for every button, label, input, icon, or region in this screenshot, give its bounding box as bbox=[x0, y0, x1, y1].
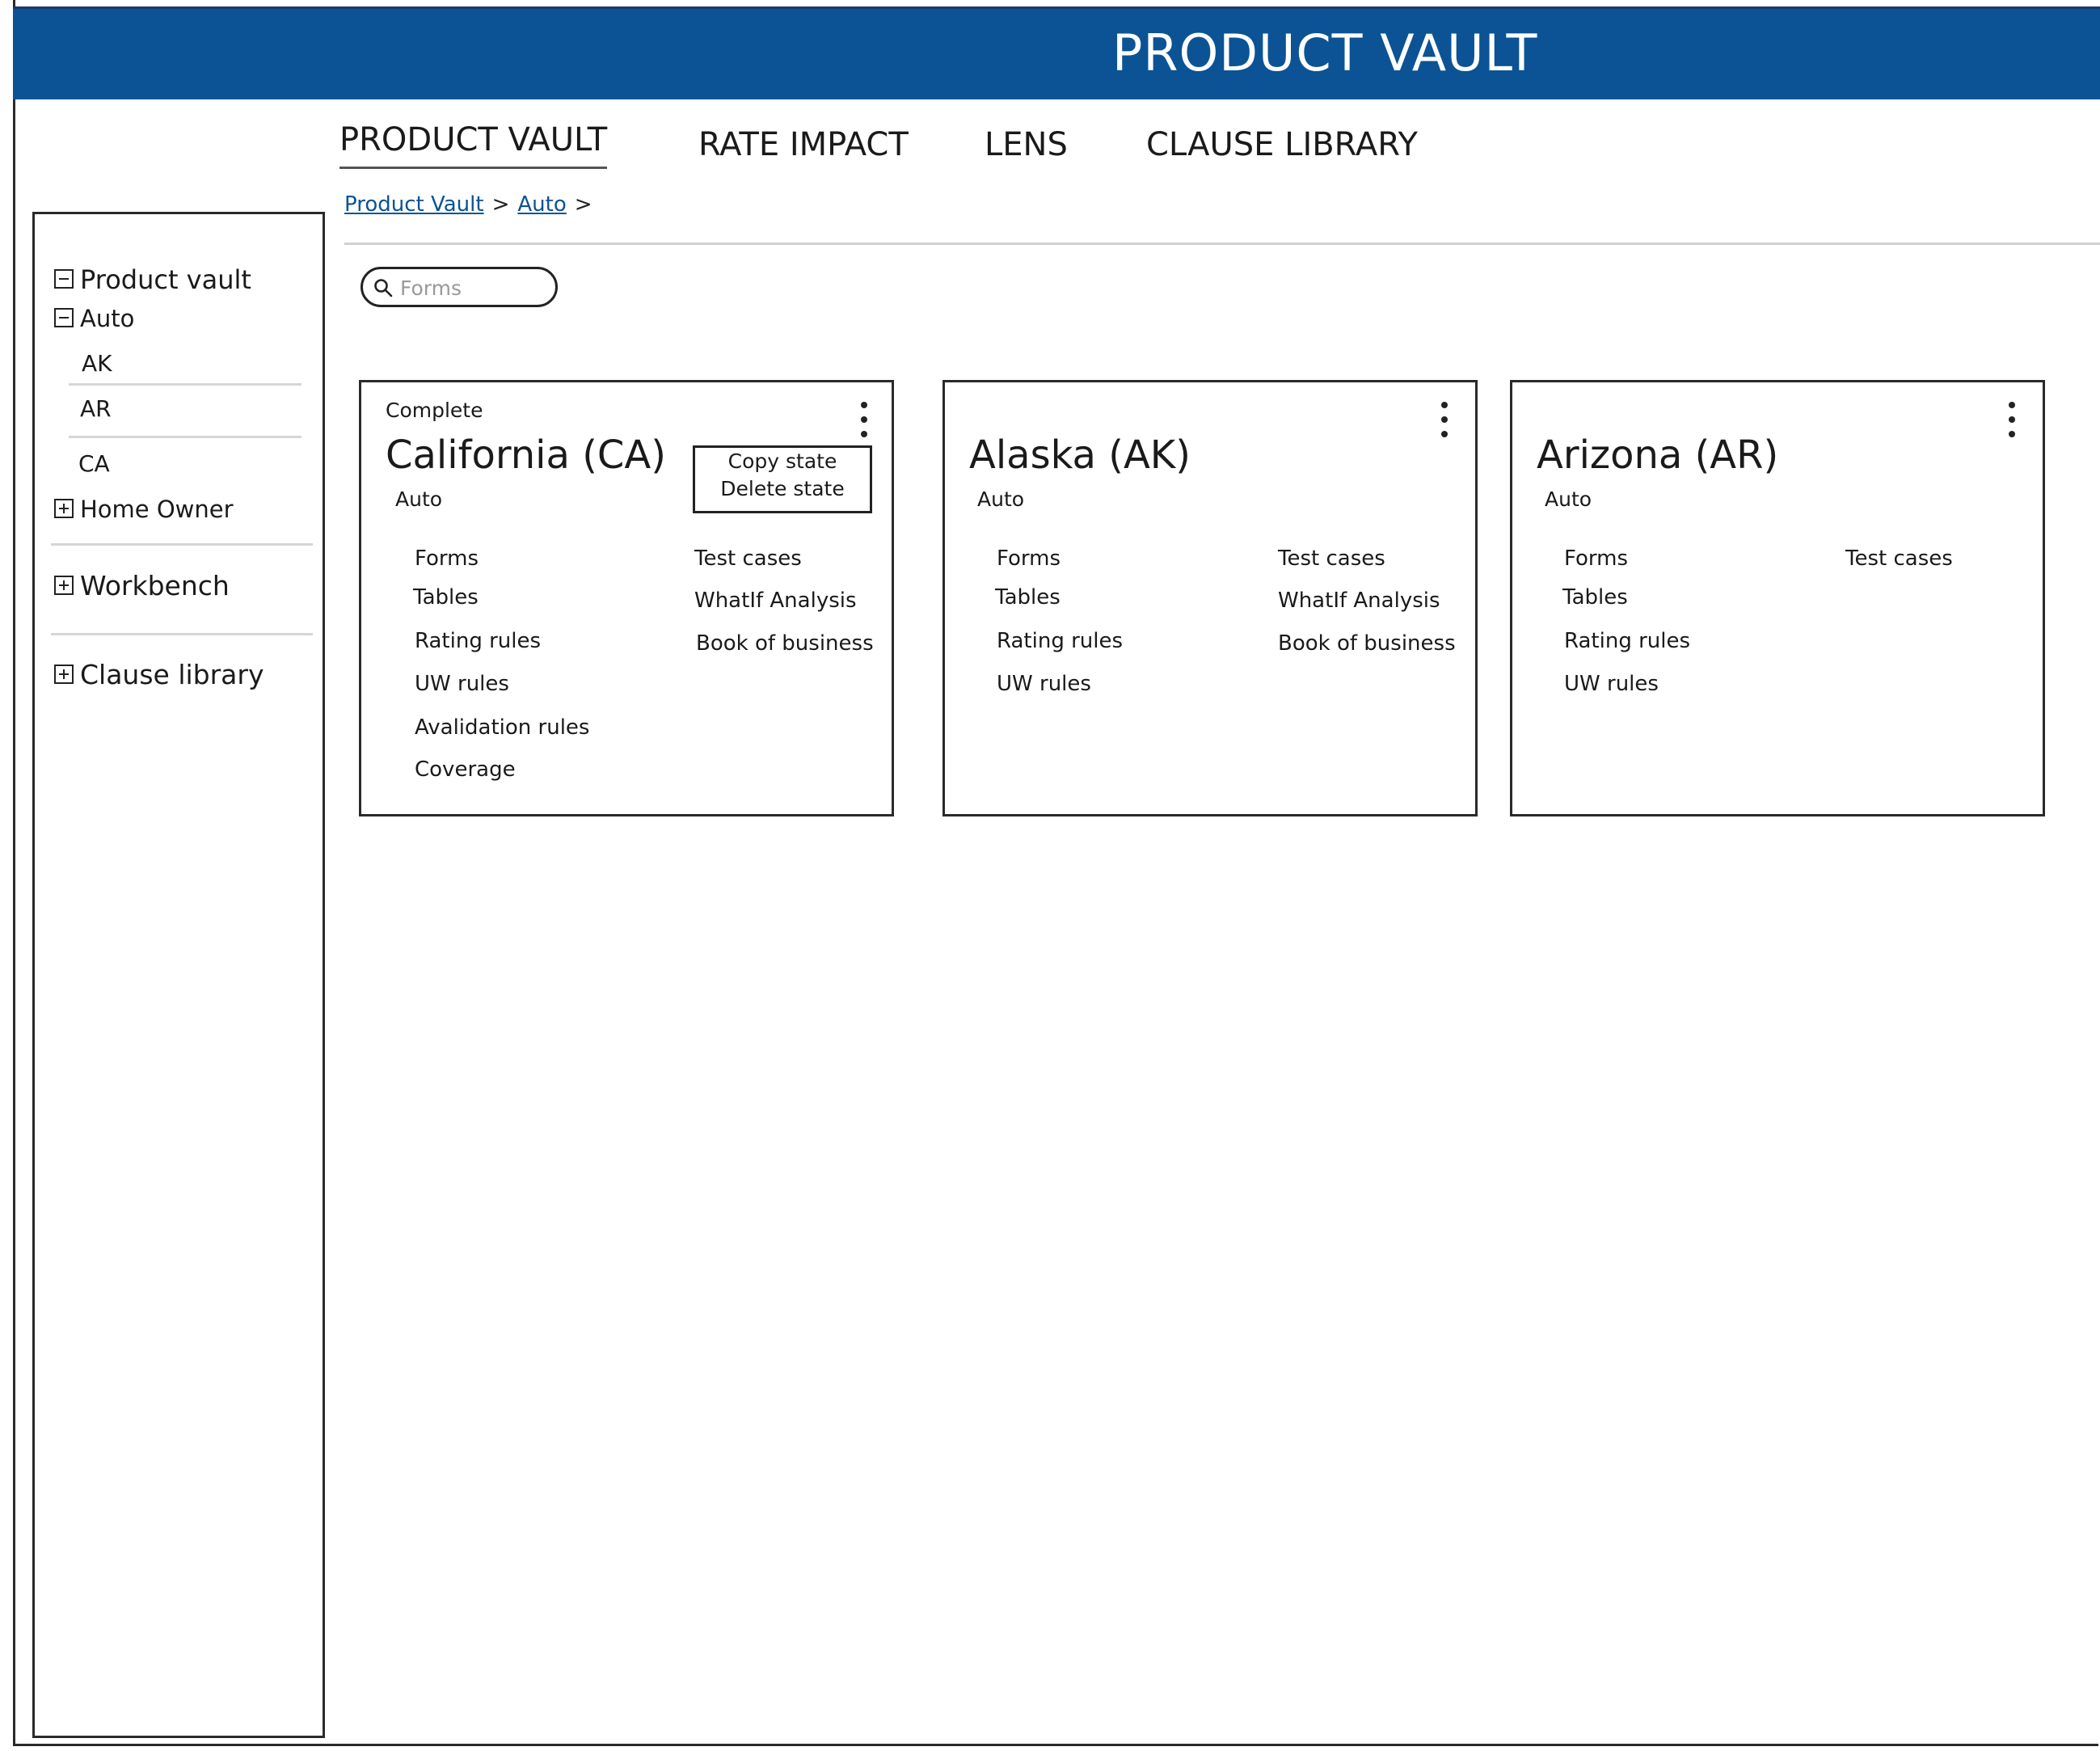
expand-icon[interactable] bbox=[54, 499, 74, 518]
card-subtitle: Auto bbox=[977, 487, 1025, 511]
tree-item-workbench[interactable]: Workbench bbox=[54, 570, 230, 601]
more-options-icon[interactable] bbox=[2004, 402, 2020, 439]
tree-item-clause-library[interactable]: Clause library bbox=[54, 659, 264, 690]
tab-clause-library[interactable]: CLAUSE LIBRARY bbox=[1146, 126, 1418, 163]
app-title: PRODUCT VAULT bbox=[1112, 23, 1538, 82]
card-subtitle: Auto bbox=[1545, 487, 1592, 511]
tree-divider bbox=[51, 633, 313, 635]
search-icon bbox=[374, 279, 393, 297]
tree-item-label: Home Owner bbox=[80, 496, 234, 523]
tab-rate-impact[interactable]: RATE IMPACT bbox=[698, 126, 909, 163]
tree-item-label: Clause library bbox=[80, 659, 264, 690]
card-link-rating-rules[interactable]: Rating rules bbox=[415, 629, 541, 653]
card-link-whatif-analysis[interactable]: WhatIf Analysis bbox=[1278, 589, 1440, 613]
card-link-uw-rules[interactable]: UW rules bbox=[1564, 672, 1659, 696]
breadcrumb-separator: > bbox=[491, 192, 510, 217]
search-box bbox=[361, 267, 558, 307]
tree-item-ak[interactable]: AK bbox=[82, 350, 112, 377]
more-options-icon[interactable] bbox=[856, 402, 872, 439]
app-header: PRODUCT VAULT bbox=[13, 6, 2100, 99]
tree-item-label: Auto bbox=[80, 305, 135, 332]
breadcrumb-divider bbox=[344, 243, 2100, 245]
card-link-whatif-analysis[interactable]: WhatIf Analysis bbox=[694, 589, 857, 613]
more-options-icon[interactable] bbox=[1436, 402, 1453, 439]
card-link-uw-rules[interactable]: UW rules bbox=[997, 672, 1091, 696]
tree-divider bbox=[51, 543, 313, 546]
state-card-arizona[interactable]: Arizona (AR) Auto Forms Tables Rating ru… bbox=[1510, 380, 2045, 816]
card-subtitle: Auto bbox=[395, 487, 443, 511]
card-context-menu: Copy state Delete state bbox=[693, 445, 872, 513]
state-card-california[interactable]: Complete California (CA) Auto Copy state… bbox=[359, 380, 894, 816]
card-link-book-of-business[interactable]: Book of business bbox=[1278, 631, 1456, 656]
card-title: California (CA) bbox=[386, 432, 666, 478]
expand-icon[interactable] bbox=[54, 664, 74, 684]
tree-item-label: Workbench bbox=[80, 570, 230, 601]
breadcrumb-product-vault[interactable]: Product Vault bbox=[344, 192, 484, 217]
tree-item-auto[interactable]: Auto bbox=[54, 305, 134, 332]
app-frame bbox=[13, 0, 2098, 1746]
card-link-forms[interactable]: Forms bbox=[1564, 546, 1628, 571]
status-badge: Complete bbox=[386, 399, 483, 422]
tree-item-home-owner[interactable]: Home Owner bbox=[54, 496, 234, 523]
card-link-forms[interactable]: Forms bbox=[997, 546, 1061, 571]
search-input[interactable] bbox=[398, 274, 547, 302]
tree-item-ca[interactable]: CA bbox=[78, 450, 110, 477]
expand-icon[interactable] bbox=[54, 575, 74, 595]
collapse-icon[interactable] bbox=[54, 308, 74, 327]
card-link-rating-rules[interactable]: Rating rules bbox=[1564, 629, 1690, 653]
card-link-test-cases[interactable]: Test cases bbox=[1278, 546, 1385, 571]
card-title: Alaska (AK) bbox=[969, 432, 1191, 478]
card-link-validation-rules[interactable]: Avalidation rules bbox=[415, 715, 589, 740]
collapse-icon[interactable] bbox=[54, 269, 74, 289]
delete-state-menu-item[interactable]: Delete state bbox=[695, 475, 870, 503]
breadcrumb-separator: > bbox=[574, 192, 592, 217]
card-link-coverage[interactable]: Coverage bbox=[415, 757, 516, 782]
tree-item-product-vault[interactable]: Product vault bbox=[54, 264, 251, 295]
copy-state-menu-item[interactable]: Copy state bbox=[695, 448, 870, 475]
sidebar: Product vault Auto AK AR CA Home Owner W… bbox=[32, 212, 325, 1738]
breadcrumb-auto[interactable]: Auto bbox=[517, 192, 566, 217]
tree-item-label: Product vault bbox=[80, 264, 251, 295]
card-link-uw-rules[interactable]: UW rules bbox=[415, 672, 509, 696]
card-link-tables[interactable]: Tables bbox=[1562, 585, 1628, 610]
card-link-forms[interactable]: Forms bbox=[415, 546, 479, 571]
breadcrumb: Product Vault > Auto > bbox=[344, 192, 601, 217]
tree-divider bbox=[69, 383, 302, 386]
card-link-test-cases[interactable]: Test cases bbox=[694, 546, 802, 571]
card-link-book-of-business[interactable]: Book of business bbox=[696, 631, 874, 656]
card-link-tables[interactable]: Tables bbox=[995, 585, 1061, 610]
card-link-test-cases[interactable]: Test cases bbox=[1845, 546, 1953, 571]
tab-product-vault[interactable]: PRODUCT VAULT bbox=[339, 121, 608, 169]
card-link-tables[interactable]: Tables bbox=[413, 585, 479, 610]
tree-divider bbox=[69, 436, 302, 438]
tree-item-ar[interactable]: AR bbox=[80, 395, 112, 422]
tab-lens[interactable]: LENS bbox=[985, 126, 1068, 163]
card-title: Arizona (AR) bbox=[1537, 432, 1779, 478]
card-link-rating-rules[interactable]: Rating rules bbox=[997, 629, 1123, 653]
state-card-alaska[interactable]: Alaska (AK) Auto Forms Tables Rating rul… bbox=[942, 380, 1478, 816]
